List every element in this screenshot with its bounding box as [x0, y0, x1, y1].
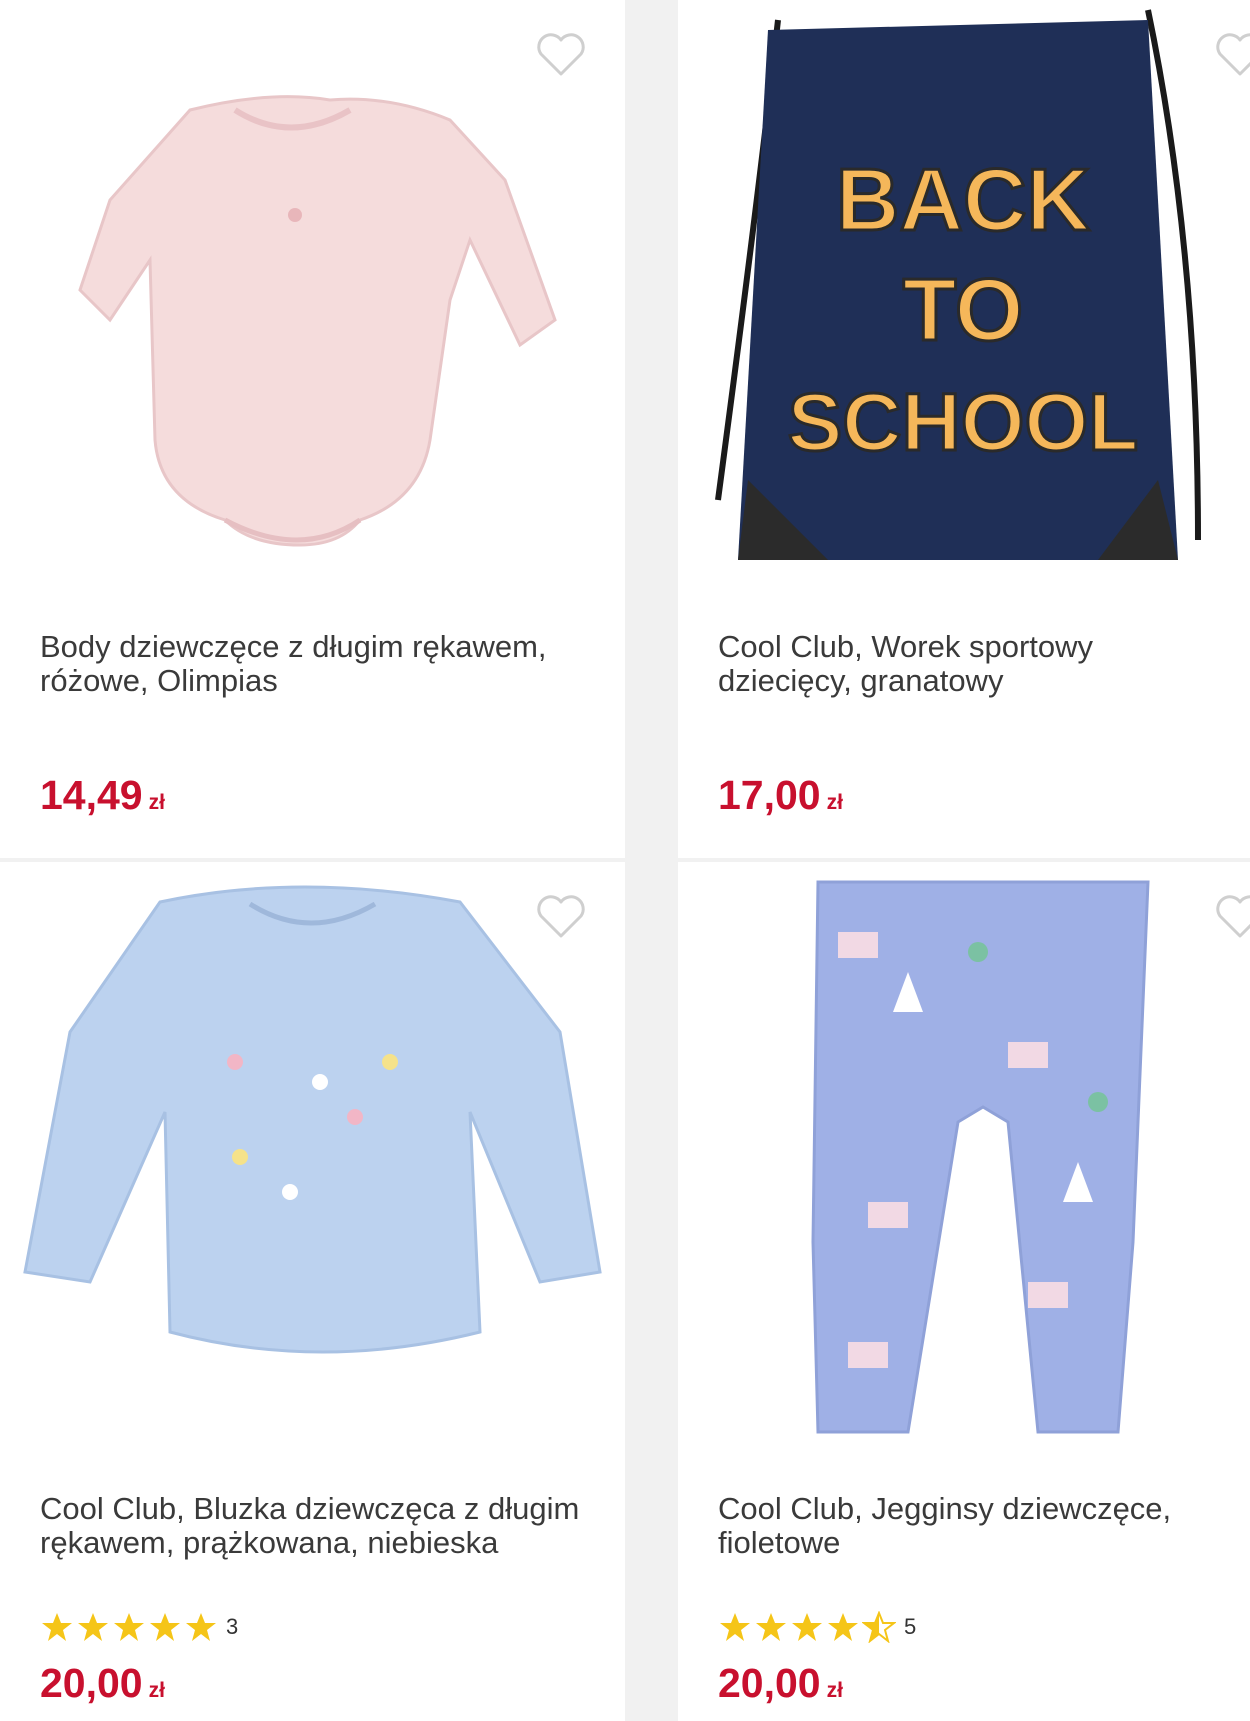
- product-rating: 3: [40, 1610, 238, 1644]
- price-currency: zł: [148, 791, 165, 814]
- star-icon: [42, 1613, 72, 1641]
- product-rating: 5: [718, 1610, 916, 1644]
- star-icon: [186, 1613, 216, 1641]
- product-card[interactable]: Cool Club, Jegginsy dziewczęce, fioletow…: [678, 862, 1250, 1721]
- bag-print-line3: SCHOOL: [788, 377, 1139, 468]
- blouse-illustration: [23, 885, 602, 1354]
- product-image-blouse[interactable]: [0, 862, 625, 1452]
- product-card[interactable]: Cool Club, Bluzka dziewczęca z długim rę…: [0, 862, 625, 1721]
- price-currency: zł: [148, 1679, 165, 1702]
- favorite-heart-icon[interactable]: [1214, 30, 1250, 78]
- product-grid: Body dziewczęce z długim rękawem, różowe…: [0, 0, 1250, 1721]
- rating-count: 3: [226, 1614, 239, 1639]
- product-card[interactable]: Body dziewczęce z długim rękawem, różowe…: [0, 0, 625, 858]
- product-title[interactable]: Cool Club, Jegginsy dziewczęce, fioletow…: [718, 1492, 1220, 1560]
- bodysuit-illustration: [78, 95, 557, 547]
- star-half-icon: [862, 1611, 896, 1643]
- product-card[interactable]: BACK TO SCHOOL Cool Club, Worek sportowy…: [678, 0, 1250, 858]
- star-icon: [114, 1613, 144, 1641]
- star-icon: [78, 1613, 108, 1641]
- product-price: 14,49 zł: [40, 772, 165, 819]
- product-title[interactable]: Cool Club, Bluzka dziewczęca z długim rę…: [40, 1492, 595, 1560]
- favorite-heart-icon[interactable]: [535, 30, 587, 78]
- bag-print-line2: TO: [903, 260, 1024, 359]
- price-value: 20,00: [40, 1660, 143, 1706]
- product-price: 17,00 zł: [718, 772, 843, 819]
- product-title[interactable]: Cool Club, Worek sportowy dziecięcy, gra…: [718, 630, 1220, 698]
- star-icon: [720, 1613, 750, 1641]
- product-price: 20,00 zł: [718, 1660, 843, 1707]
- favorite-heart-icon[interactable]: [535, 892, 587, 940]
- product-image-drawstring-bag[interactable]: BACK TO SCHOOL: [678, 0, 1250, 590]
- star-icon: [150, 1613, 180, 1641]
- star-icon: [792, 1613, 822, 1641]
- rating-count: 5: [904, 1614, 917, 1639]
- price-value: 20,00: [718, 1660, 821, 1706]
- star-icon: [828, 1613, 858, 1641]
- jeggings-illustration: [811, 880, 1150, 1434]
- drawstring-bag-illustration: BACK TO SCHOOL: [715, 9, 1201, 560]
- favorite-heart-icon[interactable]: [1214, 892, 1250, 940]
- price-value: 14,49: [40, 772, 143, 818]
- product-image-jeggings[interactable]: [678, 862, 1250, 1452]
- price-currency: zł: [826, 1679, 843, 1702]
- price-value: 17,00: [718, 772, 821, 818]
- product-image-bodysuit[interactable]: [0, 0, 625, 590]
- product-title[interactable]: Body dziewczęce z długim rękawem, różowe…: [40, 630, 595, 698]
- bag-print-line1: BACK: [836, 150, 1090, 249]
- product-price: 20,00 zł: [40, 1660, 165, 1707]
- price-currency: zł: [826, 791, 843, 814]
- star-icon: [756, 1613, 786, 1641]
